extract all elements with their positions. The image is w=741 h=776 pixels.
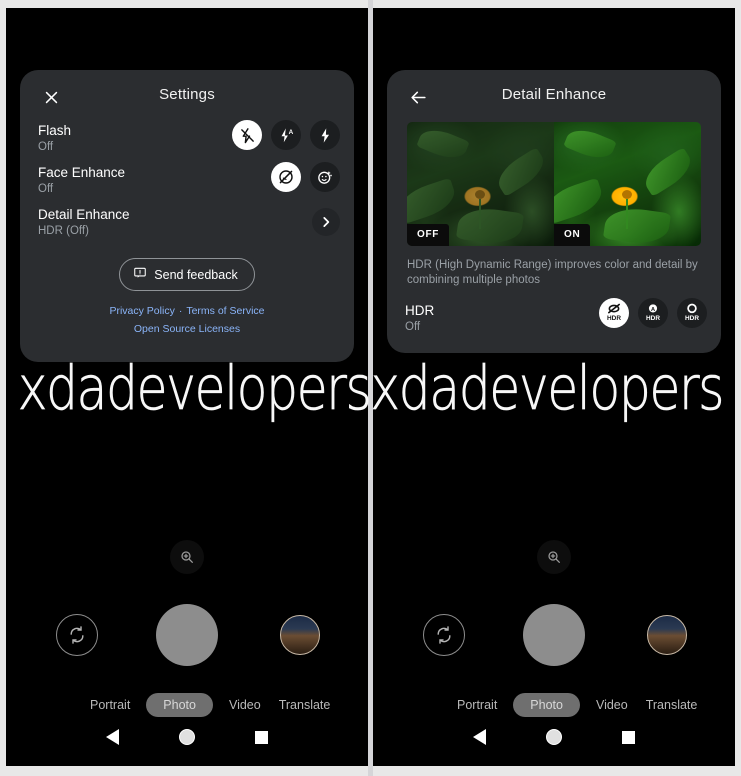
flash-on-icon[interactable] bbox=[310, 120, 340, 150]
preview-half-on: ON bbox=[554, 122, 701, 246]
svg-text:A: A bbox=[288, 129, 293, 136]
hdr-off-icon[interactable]: HDR bbox=[599, 298, 629, 328]
android-back-icon[interactable] bbox=[473, 729, 486, 745]
svg-text:HDR: HDR bbox=[685, 315, 699, 322]
terms-of-service-link[interactable]: Terms of Service bbox=[186, 305, 264, 317]
detail-enhance-header: Detail Enhance bbox=[387, 70, 721, 122]
send-feedback-wrap: Send feedback bbox=[20, 258, 354, 291]
settings-sheet: Settings Flash Off A Face Enhance Off De… bbox=[20, 70, 354, 362]
chevron-right-icon[interactable] bbox=[312, 208, 340, 236]
face-enhance-on-icon[interactable] bbox=[310, 162, 340, 192]
hdr-comparison-preview: OFF ON bbox=[407, 122, 701, 246]
mode-translate[interactable]: Translate bbox=[644, 693, 700, 717]
android-recents-icon[interactable] bbox=[622, 730, 635, 744]
mode-photo[interactable]: Photo bbox=[146, 693, 213, 717]
hdr-option-group: HDR A HDR HDR bbox=[599, 298, 707, 328]
camera-mode-selector: Portrait Photo Video Translate bbox=[6, 693, 368, 717]
android-home-icon[interactable] bbox=[546, 729, 562, 745]
svg-text:HDR: HDR bbox=[607, 315, 621, 322]
switch-camera-icon[interactable] bbox=[423, 614, 465, 656]
camera-controls-row bbox=[373, 604, 735, 672]
android-navigation-bar bbox=[6, 720, 368, 754]
preview-tag-off: OFF bbox=[407, 224, 450, 246]
privacy-policy-link[interactable]: Privacy Policy bbox=[109, 305, 174, 317]
send-feedback-button[interactable]: Send feedback bbox=[119, 258, 255, 291]
settings-title: Settings bbox=[159, 86, 215, 103]
mode-video[interactable]: Video bbox=[227, 693, 263, 717]
hdr-description: HDR (High Dynamic Range) improves color … bbox=[407, 259, 698, 286]
send-feedback-label: Send feedback bbox=[154, 267, 238, 282]
android-navigation-bar bbox=[373, 720, 735, 754]
switch-camera-icon[interactable] bbox=[56, 614, 98, 656]
mode-portrait[interactable]: Portrait bbox=[455, 693, 499, 717]
settings-row-flash[interactable]: Flash Off A bbox=[20, 120, 354, 164]
camera-controls-row bbox=[6, 604, 368, 672]
open-source-licenses-link[interactable]: Open Source Licenses bbox=[134, 323, 240, 335]
feedback-icon bbox=[133, 266, 147, 283]
link-separator: · bbox=[178, 305, 183, 317]
preview-tag-on: ON bbox=[554, 224, 591, 246]
detail-enhance-option-group bbox=[312, 208, 340, 236]
last-photo-thumbnail[interactable] bbox=[280, 615, 320, 655]
flash-option-group: A bbox=[232, 120, 340, 150]
camera-mode-selector: Portrait Photo Video Translate bbox=[373, 693, 735, 717]
face-enhance-option-group bbox=[271, 162, 340, 192]
svg-text:HDR: HDR bbox=[646, 315, 660, 322]
legal-links: Privacy Policy · Terms of Service Open Sou… bbox=[20, 302, 354, 338]
hdr-on-icon[interactable]: HDR bbox=[677, 298, 707, 328]
settings-row-face-enhance[interactable]: Face Enhance Off bbox=[20, 162, 354, 206]
android-home-icon[interactable] bbox=[179, 729, 195, 745]
zoom-in-icon[interactable] bbox=[170, 540, 204, 574]
preview-half-off: OFF bbox=[407, 122, 554, 246]
row-value-detail-enhance: HDR (Off) bbox=[38, 225, 89, 237]
screenshot-canvas: Settings Flash Off A Face Enhance Off De… bbox=[0, 0, 741, 776]
zoom-in-icon[interactable] bbox=[537, 540, 571, 574]
left-phone-screenshot: Settings Flash Off A Face Enhance Off De… bbox=[6, 8, 368, 766]
svg-text:A: A bbox=[651, 307, 656, 313]
shutter-button[interactable] bbox=[523, 604, 585, 666]
android-recents-icon[interactable] bbox=[255, 730, 268, 744]
row-label-detail-enhance: Detail Enhance bbox=[38, 207, 130, 222]
detail-enhance-title: Detail Enhance bbox=[501, 86, 607, 103]
mode-translate[interactable]: Translate bbox=[277, 693, 333, 717]
settings-row-hdr[interactable]: HDR Off HDR A HDR HDR bbox=[387, 298, 721, 344]
panel-divider bbox=[368, 0, 373, 776]
detail-enhance-sheet: Detail Enhance OFF ON HDR (High Dynamic … bbox=[387, 70, 721, 353]
flash-auto-icon[interactable]: A bbox=[271, 120, 301, 150]
hdr-auto-icon[interactable]: A HDR bbox=[638, 298, 668, 328]
shutter-button[interactable] bbox=[156, 604, 218, 666]
settings-row-detail-enhance[interactable]: Detail Enhance HDR (Off) bbox=[20, 206, 354, 248]
flash-off-icon[interactable] bbox=[232, 120, 262, 150]
face-enhance-off-icon[interactable] bbox=[271, 162, 301, 192]
last-photo-thumbnail[interactable] bbox=[647, 615, 687, 655]
mode-video[interactable]: Video bbox=[594, 693, 630, 717]
settings-header: Settings bbox=[20, 70, 354, 122]
android-back-icon[interactable] bbox=[106, 729, 119, 745]
mode-photo[interactable]: Photo bbox=[513, 693, 580, 717]
mode-portrait[interactable]: Portrait bbox=[88, 693, 132, 717]
right-phone-screenshot: Detail Enhance OFF ON HDR (High Dynamic … bbox=[373, 8, 735, 766]
